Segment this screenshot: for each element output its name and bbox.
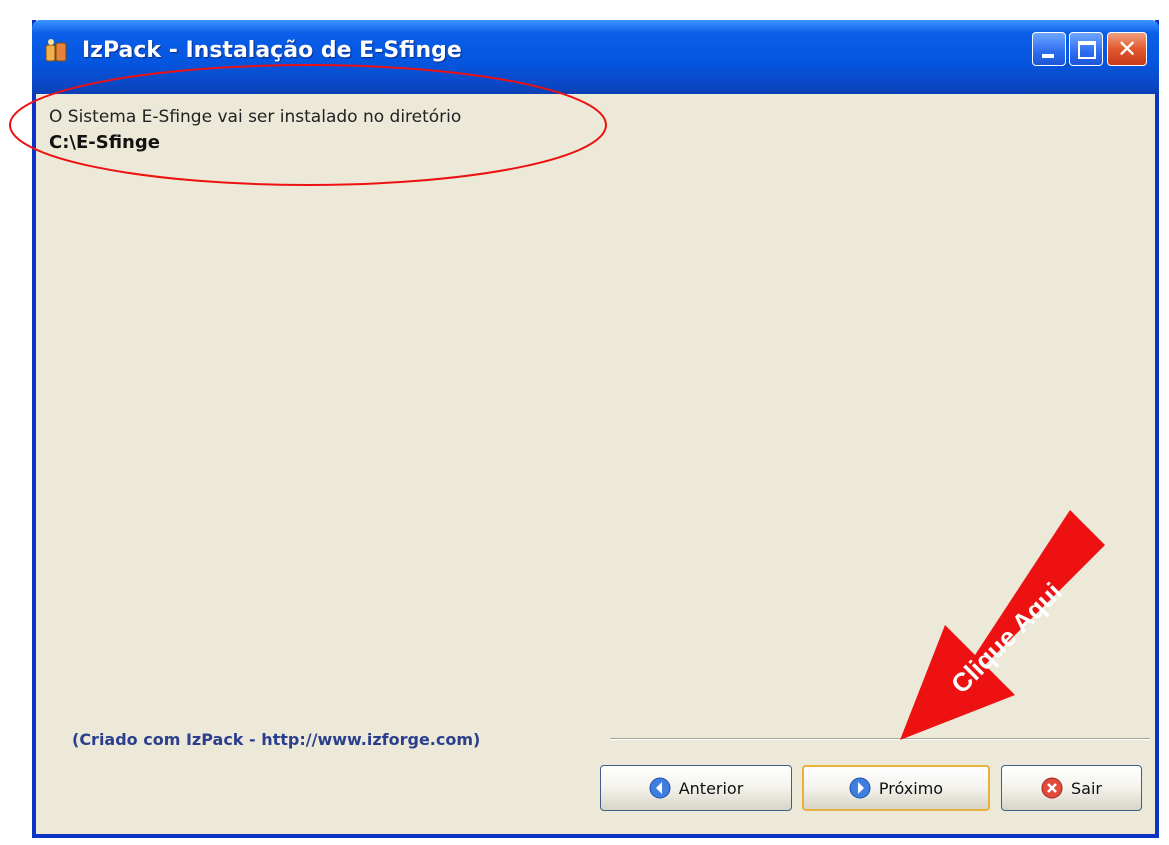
highlight-ellipse xyxy=(9,64,607,186)
next-button[interactable]: Próximo xyxy=(802,765,990,811)
close-icon: ✕ xyxy=(1116,35,1138,63)
red-x-icon xyxy=(1041,777,1063,799)
forward-arrow-icon xyxy=(849,777,871,799)
maximize-button[interactable] xyxy=(1069,32,1103,66)
izpack-credit: (Criado com IzPack - http://www.izforge.… xyxy=(72,730,481,749)
click-here-arrow: Clique Aqui xyxy=(900,510,1105,740)
exit-button-label: Sair xyxy=(1071,778,1102,798)
back-arrow-icon xyxy=(649,777,671,799)
previous-button[interactable]: Anterior xyxy=(600,765,792,811)
next-button-label: Próximo xyxy=(878,778,944,798)
click-here-label: Clique Aqui xyxy=(945,577,1068,700)
previous-button-label: Anterior xyxy=(678,778,744,798)
close-button[interactable]: ✕ xyxy=(1107,32,1147,66)
minimize-button[interactable] xyxy=(1032,32,1066,66)
exit-button[interactable]: Sair xyxy=(1001,765,1142,811)
